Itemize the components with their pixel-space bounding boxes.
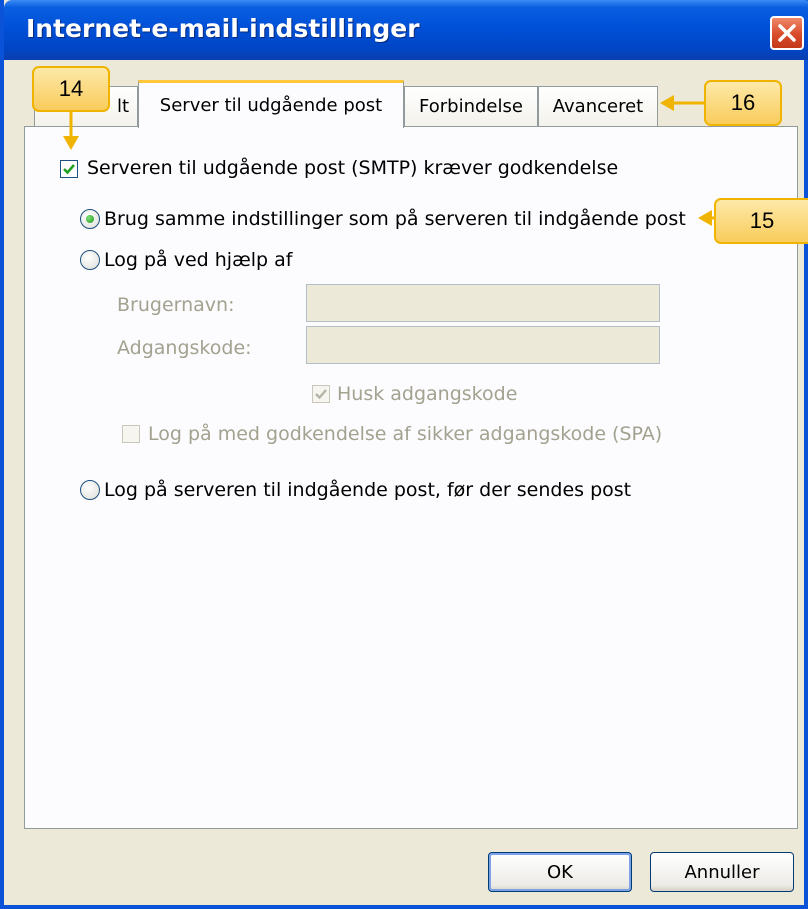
tab-outgoing-server[interactable]: Server til udgående post xyxy=(138,80,404,128)
cancel-button-label: Annuller xyxy=(684,861,760,883)
dialog-window: Internet-e-mail-indstillinger lt Server … xyxy=(0,0,808,909)
tab-general-label: lt xyxy=(116,96,129,117)
tab-advanced[interactable]: Avanceret xyxy=(538,86,658,126)
username-label: Brugernavn: xyxy=(117,294,235,316)
tab-advanced-label: Avanceret xyxy=(552,96,644,117)
radio-selected-dot xyxy=(86,215,94,223)
radio-log-on-incoming-first[interactable] xyxy=(80,480,100,500)
remember-password-label: Husk adgangskode xyxy=(337,383,518,405)
radio-same-settings[interactable] xyxy=(80,209,100,229)
remember-password-checkbox[interactable] xyxy=(312,385,330,403)
tab-connection-label: Forbindelse xyxy=(419,96,523,117)
callout-15: 15 xyxy=(714,198,808,244)
callout-16: 16 xyxy=(704,80,782,126)
close-icon xyxy=(778,24,796,42)
smtp-auth-checkbox[interactable] xyxy=(60,160,78,178)
cancel-button[interactable]: Annuller xyxy=(650,852,794,892)
callout-14-label: 14 xyxy=(58,76,84,101)
tab-connection[interactable]: Forbindelse xyxy=(404,86,538,126)
radio-log-on-using[interactable] xyxy=(80,250,100,270)
username-field[interactable] xyxy=(306,284,660,322)
close-button[interactable] xyxy=(770,16,804,50)
password-field[interactable] xyxy=(306,326,660,364)
log-on-incoming-first-label: Log på serveren til indgående post, før … xyxy=(104,479,632,501)
spa-label: Log på med godkendelse af sikker adgangs… xyxy=(148,423,663,445)
title-bar[interactable]: Internet-e-mail-indstillinger xyxy=(4,0,808,60)
callout-14: 14 xyxy=(32,66,110,112)
ok-button[interactable]: OK xyxy=(488,852,632,892)
ok-button-label: OK xyxy=(547,861,573,883)
same-settings-label: Brug samme indstillinger som på serveren… xyxy=(104,208,686,230)
password-label: Adgangskode: xyxy=(117,337,252,359)
spa-checkbox[interactable] xyxy=(122,425,140,443)
smtp-auth-label: Serveren til udgående post (SMTP) kræver… xyxy=(87,157,619,179)
callout-15-label: 15 xyxy=(749,208,775,233)
tab-outgoing-server-label: Server til udgående post xyxy=(159,95,383,116)
check-icon xyxy=(315,389,327,400)
window-title: Internet-e-mail-indstillinger xyxy=(26,14,420,43)
tab-panel xyxy=(24,126,798,829)
log-on-using-label: Log på ved hjælp af xyxy=(104,249,293,271)
callout-16-label: 16 xyxy=(730,90,756,115)
check-icon xyxy=(63,164,75,175)
